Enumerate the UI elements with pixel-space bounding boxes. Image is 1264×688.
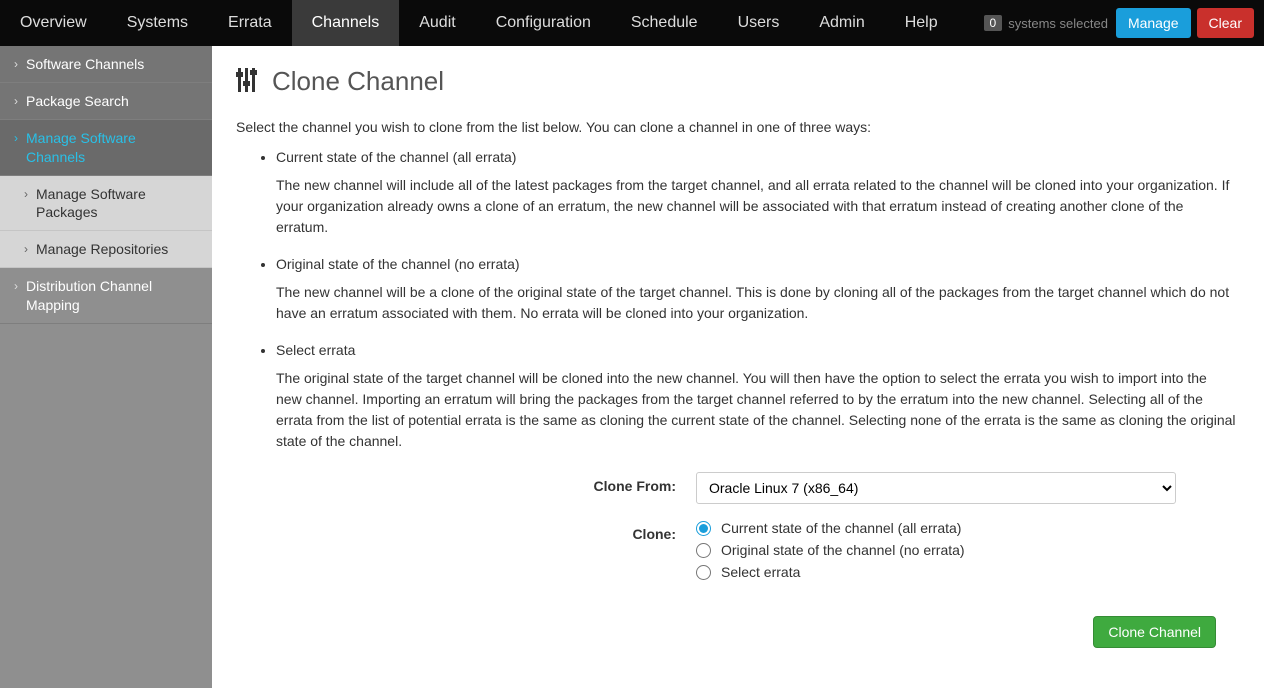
sidebar-item-distribution-channel-mapping[interactable]: › Distribution Channel Mapping (0, 268, 212, 323)
clone-ways-list: Current state of the channel (all errata… (276, 149, 1236, 452)
clear-button[interactable]: Clear (1197, 8, 1254, 38)
nav-item-overview[interactable]: Overview (0, 0, 107, 46)
nav-item-schedule[interactable]: Schedule (611, 0, 718, 46)
top-navigation: OverviewSystemsErrataChannelsAuditConfig… (0, 0, 1264, 46)
chevron-right-icon: › (14, 131, 18, 147)
clone-from-select[interactable]: Oracle Linux 7 (x86_64) (696, 472, 1176, 504)
main-content: Clone Channel Select the channel you wis… (212, 46, 1264, 688)
clone-radio-label: Original state of the channel (no errata… (721, 542, 965, 558)
clone-radio-1[interactable] (696, 543, 711, 558)
clone-way-title: Original state of the channel (no errata… (276, 256, 1236, 272)
chevron-right-icon: › (24, 242, 28, 258)
clone-way-item: Select errata The original state of the t… (276, 342, 1236, 452)
nav-item-errata[interactable]: Errata (208, 0, 292, 46)
nav-item-users[interactable]: Users (718, 0, 800, 46)
systems-selected: 0 systems selected (979, 0, 1113, 46)
clone-label: Clone: (236, 520, 696, 586)
clone-way-title: Current state of the channel (all errata… (276, 149, 1236, 165)
clone-radio-label: Current state of the channel (all errata… (721, 520, 961, 536)
sidebar-item-label: Manage Repositories (36, 240, 168, 258)
sidebar-item-label: Manage Software Packages (36, 185, 198, 221)
clone-way-item: Original state of the channel (no errata… (276, 256, 1236, 324)
page-title: Clone Channel (272, 66, 444, 97)
sliders-icon (236, 67, 258, 96)
sidebar-item-label: Distribution Channel Mapping (26, 277, 198, 313)
systems-selected-label: systems selected (1008, 16, 1108, 31)
intro-text: Select the channel you wish to clone fro… (236, 119, 1236, 135)
chevron-right-icon: › (14, 279, 18, 295)
clone-way-item: Current state of the channel (all errata… (276, 149, 1236, 238)
clone-form: Clone From: Oracle Linux 7 (x86_64) Clon… (236, 472, 1216, 658)
sidebar-item-label: Manage Software Channels (26, 129, 198, 165)
clone-radio-row[interactable]: Current state of the channel (all errata… (696, 520, 1216, 536)
sidebar-item-label: Package Search (26, 92, 129, 110)
chevron-right-icon: › (14, 57, 18, 73)
clone-way-desc: The original state of the target channel… (276, 368, 1236, 452)
clone-way-desc: The new channel will include all of the … (276, 175, 1236, 238)
clone-way-title: Select errata (276, 342, 1236, 358)
nav-item-systems[interactable]: Systems (107, 0, 208, 46)
nav-item-configuration[interactable]: Configuration (476, 0, 611, 46)
sidebar-item-software-channels[interactable]: › Software Channels (0, 46, 212, 83)
clone-radio-row[interactable]: Select errata (696, 564, 1216, 580)
sidebar-item-manage-software-channels[interactable]: › Manage Software Channels (0, 120, 212, 175)
sidebar-item-label: Software Channels (26, 55, 144, 73)
manage-button[interactable]: Manage (1116, 8, 1191, 38)
clone-radio-0[interactable] (696, 521, 711, 536)
clone-radio-2[interactable] (696, 565, 711, 580)
clone-radio-label: Select errata (721, 564, 800, 580)
nav-item-admin[interactable]: Admin (799, 0, 884, 46)
sidebar: › Software Channels › Package Search › Manage… (0, 46, 212, 688)
systems-count-badge: 0 (984, 15, 1003, 31)
clone-radio-row[interactable]: Original state of the channel (no errata… (696, 542, 1216, 558)
sidebar-item-package-search[interactable]: › Package Search (0, 83, 212, 120)
nav-item-channels[interactable]: Channels (292, 0, 400, 46)
chevron-right-icon: › (14, 94, 18, 110)
sidebar-item-manage-repositories[interactable]: › Manage Repositories (0, 231, 212, 268)
clone-from-label: Clone From: (236, 472, 696, 504)
clone-way-desc: The new channel will be a clone of the o… (276, 282, 1236, 324)
nav-item-help[interactable]: Help (885, 0, 958, 46)
chevron-right-icon: › (24, 187, 28, 203)
nav-item-audit[interactable]: Audit (399, 0, 475, 46)
sidebar-item-manage-software-packages[interactable]: › Manage Software Packages (0, 176, 212, 231)
clone-channel-button[interactable]: Clone Channel (1093, 616, 1216, 648)
